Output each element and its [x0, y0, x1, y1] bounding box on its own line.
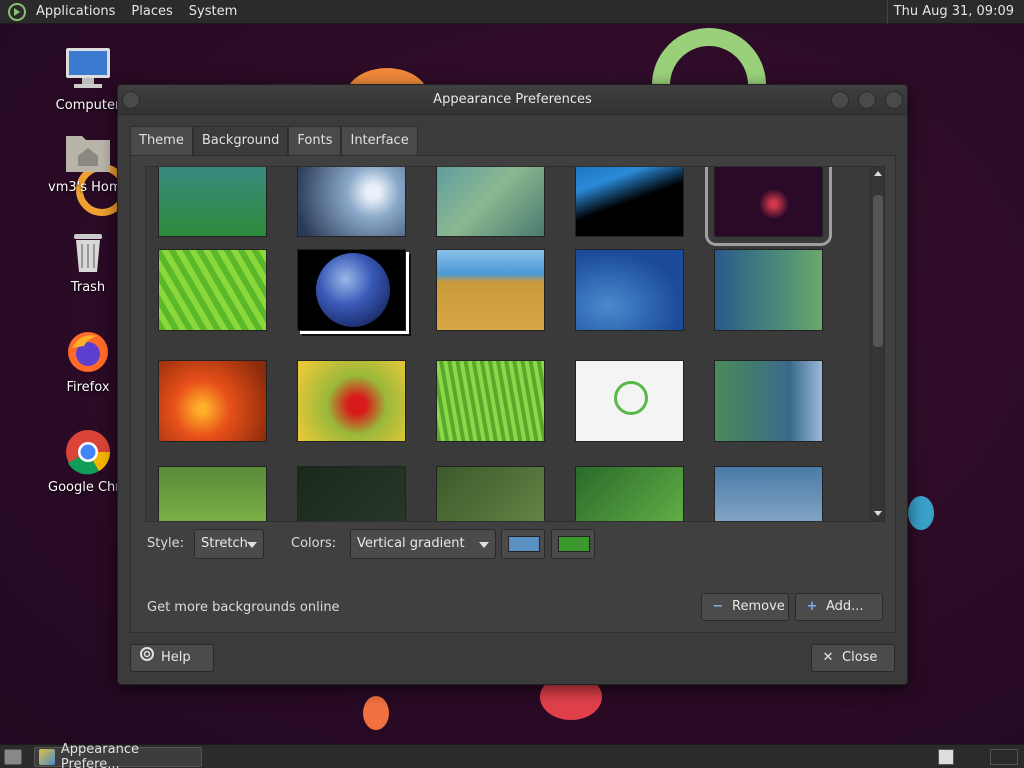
window-menu-button[interactable] — [122, 91, 140, 109]
wallpaper-thumb-green-leaf[interactable] — [158, 249, 267, 331]
help-button-label: Help — [161, 650, 191, 665]
wallpaper-thumb-soft-green-gradient[interactable] — [436, 167, 545, 237]
wallpaper-gallery[interactable] — [145, 166, 885, 522]
desktop-icon-label: vm3's Home — [48, 180, 128, 195]
add-button[interactable]: + Add... — [795, 593, 883, 621]
help-button[interactable]: Help — [130, 644, 214, 672]
wallpaper-thumb-teal-dots-gradient[interactable] — [714, 249, 823, 331]
colors-dropdown-value: Vertical gradient — [357, 536, 465, 551]
secondary-color-swatch — [558, 536, 590, 552]
wallpaper-thumb-green-leaves[interactable] — [575, 466, 684, 521]
taskbar-item-label: Appearance Prefere... — [60, 742, 139, 768]
wallpaper-thumb-purple-dots-rocket[interactable] — [705, 167, 832, 246]
wallpaper-thumb-mate-dark[interactable] — [297, 466, 406, 521]
menu-applications[interactable]: Applications — [28, 0, 123, 24]
wallpaper-thumb-earth-globe[interactable] — [297, 249, 406, 331]
clock[interactable]: Thu Aug 31, 09:09 — [886, 0, 1020, 24]
scroll-down-arrow[interactable] — [874, 511, 882, 516]
close-button[interactable]: ✕ Close — [811, 644, 895, 672]
tab-bar: Theme Background Fonts Interface — [130, 126, 418, 155]
tab-background[interactable]: Background — [192, 126, 289, 155]
style-label: Style: — [147, 536, 185, 551]
secondary-color-button[interactable] — [551, 529, 595, 559]
plus-icon: + — [806, 599, 818, 614]
close-button-label: Close — [842, 650, 878, 665]
computer-icon — [64, 46, 112, 94]
remove-button[interactable]: − Remove — [701, 593, 789, 621]
window-titlebar[interactable]: Appearance Preferences — [118, 85, 907, 115]
style-dropdown[interactable]: Stretch — [194, 529, 264, 559]
mate-logo-image — [614, 381, 648, 415]
trash-icon — [64, 228, 112, 276]
tab-interface[interactable]: Interface — [341, 126, 418, 155]
wallpaper-thumb-orange-flower[interactable] — [158, 360, 267, 442]
menu-places[interactable]: Places — [123, 0, 180, 24]
wallpaper-thumb-mate-green[interactable] — [436, 466, 545, 521]
background-tab-panel: Style: Stretch Colors: Vertical gradient… — [130, 155, 896, 633]
chrome-icon — [64, 428, 112, 476]
wallpaper-thumb-arch-silhouette[interactable] — [575, 167, 684, 237]
appearance-preferences-window: Appearance Preferences Theme Background … — [117, 84, 908, 685]
wallpaper-thumb-water-droplet[interactable] — [297, 167, 406, 237]
get-more-backgrounds-link[interactable]: Get more backgrounds online — [147, 600, 340, 615]
window-title: Appearance Preferences — [433, 92, 592, 107]
wallpaper-thumb-mate-logo-white[interactable] — [575, 360, 684, 442]
maximize-button[interactable] — [858, 91, 876, 109]
appearance-app-icon — [39, 749, 55, 765]
wallpaper-thumb-red-flower[interactable] — [297, 360, 406, 442]
style-dropdown-value: Stretch — [201, 536, 248, 551]
wallpaper-thumb-ladybug-leaves[interactable] — [158, 466, 267, 521]
wallpaper-orange-drop — [363, 696, 389, 730]
primary-color-swatch — [508, 536, 540, 552]
tab-fonts[interactable]: Fonts — [288, 126, 342, 155]
bottom-panel: Appearance Prefere... — [0, 742, 1024, 768]
chevron-down-icon — [479, 542, 489, 548]
wallpaper-thumb-blue-water-drops[interactable] — [575, 249, 684, 331]
show-desktop-icon[interactable] — [4, 749, 22, 765]
mate-logo-icon[interactable] — [6, 2, 28, 22]
chevron-down-icon — [247, 542, 257, 548]
help-lifebuoy-icon — [139, 645, 155, 671]
home-folder-icon — [64, 128, 112, 176]
colors-dropdown[interactable]: Vertical gradient — [350, 529, 496, 559]
wallpaper-thumb-blue-waves[interactable] — [714, 466, 823, 521]
desktop-icon-label: Google Chrome — [48, 480, 128, 495]
remove-button-label: Remove — [732, 599, 785, 614]
wallpaper-blue-drop — [908, 496, 934, 530]
scroll-up-arrow[interactable] — [874, 171, 882, 176]
primary-color-button[interactable] — [501, 529, 545, 559]
firefox-icon — [64, 328, 112, 376]
menu-system[interactable]: System — [181, 0, 245, 24]
workspace-switcher-icon[interactable] — [990, 749, 1018, 765]
wallpaper-thumb-teal-green-gradient[interactable] — [158, 167, 267, 237]
minimize-button[interactable] — [831, 91, 849, 109]
gallery-scrollbar[interactable] — [870, 167, 884, 521]
earth-globe-image — [316, 253, 390, 327]
taskbar-appearance-preferences[interactable]: Appearance Prefere... — [34, 742, 202, 768]
close-icon: ✕ — [822, 650, 834, 665]
close-window-button[interactable] — [885, 91, 903, 109]
wallpaper-thumb-green-grass[interactable] — [436, 360, 545, 442]
tab-theme[interactable]: Theme — [130, 126, 193, 155]
wallpaper-thumb-wheat-field[interactable] — [436, 249, 545, 331]
top-panel: Applications Places System Thu Aug 31, 0… — [0, 0, 1024, 24]
add-button-label: Add... — [826, 599, 864, 614]
wallpaper-thumb-green-blue-waves[interactable] — [714, 360, 823, 442]
scroll-thumb[interactable] — [873, 195, 883, 347]
workspace-switcher-icon[interactable] — [938, 749, 954, 765]
colors-label: Colors: — [291, 536, 337, 551]
minus-icon: − — [712, 599, 724, 614]
